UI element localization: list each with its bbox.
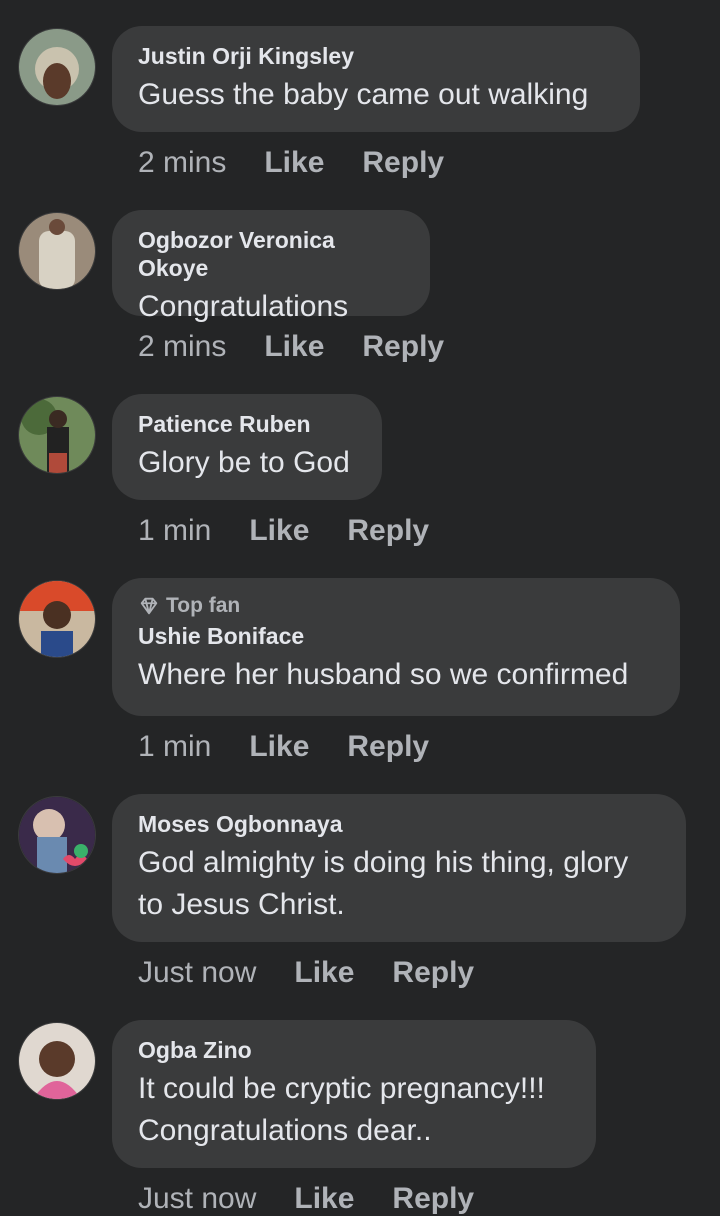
comment-bubble[interactable]: Ogbozor Veronica Okoye Congratulations	[112, 210, 430, 323]
commenter-name[interactable]: Patience Ruben	[138, 410, 356, 438]
comment-bubble[interactable]: Ogba Zino It could be cryptic pregnancy!…	[112, 1020, 596, 1168]
timestamp[interactable]: 1 min	[138, 514, 211, 548]
timestamp[interactable]: Just now	[138, 956, 256, 990]
comment-text: Guess the baby came out walking	[138, 78, 589, 111]
commenter-name[interactable]: Justin Orji Kingsley	[138, 42, 614, 70]
timestamp[interactable]: Just now	[138, 1182, 256, 1216]
comment-text-line: God almighty is doing his thing, glory	[138, 846, 629, 879]
commenter-name[interactable]: Ogba Zino	[138, 1036, 570, 1064]
avatar[interactable]	[18, 28, 96, 106]
top-fan-badge: Top fan	[138, 594, 654, 618]
comment-actions: 2 mins Like Reply	[138, 330, 444, 364]
commenter-name[interactable]: Ogbozor Veronica Okoye	[138, 226, 404, 282]
comment-bubble[interactable]: Patience Ruben Glory be to God	[112, 394, 382, 500]
like-button[interactable]: Like	[249, 514, 309, 548]
badge-label: Top fan	[166, 594, 241, 617]
commenter-name[interactable]: Ushie Boniface	[138, 622, 654, 650]
comment-actions: Just now Like Reply	[138, 1182, 474, 1216]
comment-bubble[interactable]: Top fan Ushie Boniface Where her husband…	[112, 578, 680, 716]
comment-text-line: to Jesus Christ.	[138, 888, 345, 921]
commenter-name[interactable]: Moses Ogbonnaya	[138, 810, 660, 838]
reply-button[interactable]: Reply	[392, 1182, 474, 1216]
avatar[interactable]	[18, 580, 96, 658]
avatar[interactable]	[18, 212, 96, 290]
comment-text: Glory be to God	[138, 446, 350, 479]
timestamp[interactable]: 2 mins	[138, 146, 226, 180]
avatar[interactable]	[18, 396, 96, 474]
reply-button[interactable]: Reply	[362, 146, 444, 180]
comment-text-line: Congratulations dear..	[138, 1114, 432, 1147]
like-button[interactable]: Like	[294, 956, 354, 990]
reply-button[interactable]: Reply	[347, 730, 429, 764]
comment-actions: 1 min Like Reply	[138, 514, 429, 548]
comment-bubble[interactable]: Justin Orji Kingsley Guess the baby came…	[112, 26, 640, 132]
comment-text: God almighty is doing his thing, glory t…	[138, 842, 660, 926]
comment-actions: 2 mins Like Reply	[138, 146, 444, 180]
comment-text: Where her husband so we confirmed	[138, 658, 629, 691]
diamond-icon	[140, 597, 158, 615]
reply-button[interactable]: Reply	[392, 956, 474, 990]
like-button[interactable]: Like	[264, 146, 324, 180]
comment-text-line: It could be cryptic pregnancy!!!	[138, 1072, 545, 1105]
comment-actions: Just now Like Reply	[138, 956, 474, 990]
comment-text: Congratulations	[138, 290, 349, 323]
timestamp[interactable]: 2 mins	[138, 330, 226, 364]
timestamp[interactable]: 1 min	[138, 730, 211, 764]
reply-button[interactable]: Reply	[347, 514, 429, 548]
comment-actions: 1 min Like Reply	[138, 730, 429, 764]
like-button[interactable]: Like	[294, 1182, 354, 1216]
comment-text: It could be cryptic pregnancy!!! Congrat…	[138, 1068, 570, 1152]
avatar[interactable]	[18, 1022, 96, 1100]
like-button[interactable]: Like	[249, 730, 309, 764]
avatar[interactable]	[18, 796, 96, 874]
comment-bubble[interactable]: Moses Ogbonnaya God almighty is doing hi…	[112, 794, 686, 942]
like-button[interactable]: Like	[264, 330, 324, 364]
reply-button[interactable]: Reply	[362, 330, 444, 364]
